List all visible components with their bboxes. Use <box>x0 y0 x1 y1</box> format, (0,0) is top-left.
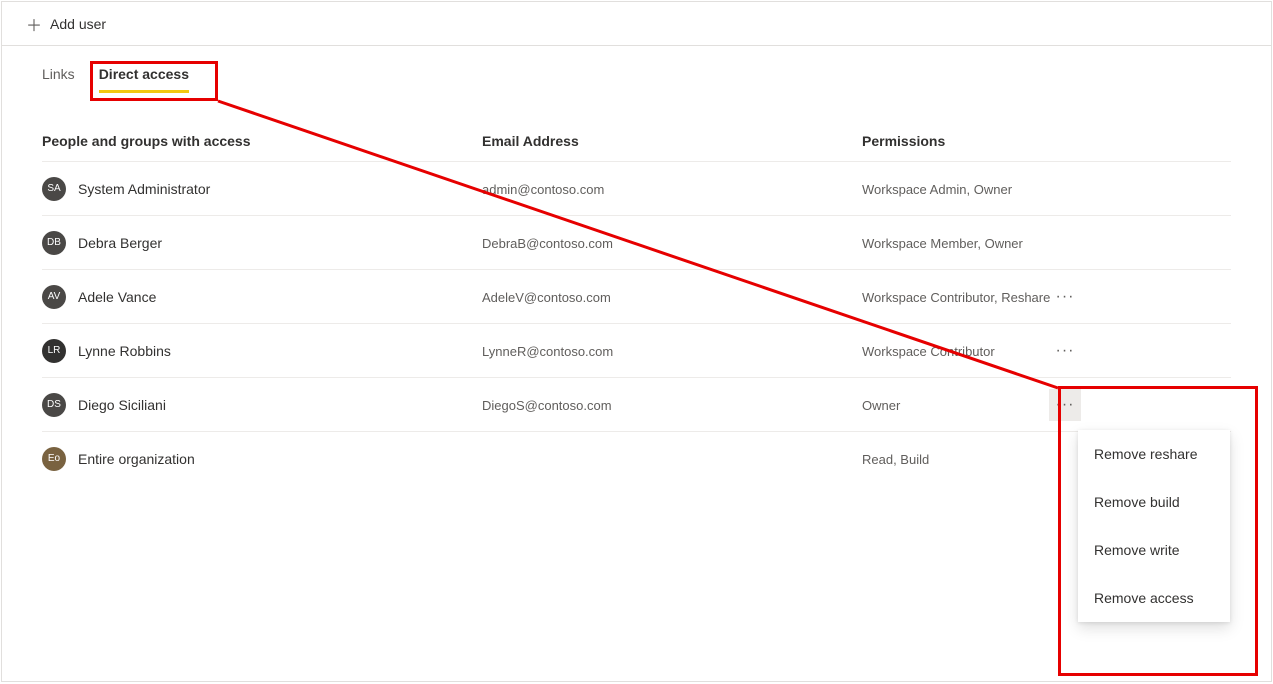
table-headers: People and groups with access Email Addr… <box>2 93 1271 161</box>
avatar: SA <box>42 177 66 201</box>
menu-item-remove-write[interactable]: Remove write <box>1078 526 1230 574</box>
ellipsis-icon: ··· <box>1056 396 1075 414</box>
user-name: System Administrator <box>78 181 210 197</box>
table-row: Eo Entire organization Read, Build <box>42 431 1231 485</box>
table-row: DB Debra Berger DebraB@contoso.com Works… <box>42 215 1231 269</box>
header-email: Email Address <box>482 133 862 149</box>
ellipsis-icon: ··· <box>1056 342 1075 360</box>
user-name: Entire organization <box>78 451 195 467</box>
tab-direct-access[interactable]: Direct access <box>99 66 189 93</box>
more-options-button[interactable]: ··· <box>1049 281 1081 313</box>
tab-links[interactable]: Links <box>42 66 75 93</box>
avatar: AV <box>42 285 66 309</box>
ellipsis-icon: ··· <box>1056 288 1075 306</box>
user-email: admin@contoso.com <box>482 182 604 197</box>
user-email: AdeleV@contoso.com <box>482 290 611 305</box>
header-permissions: Permissions <box>862 133 1231 149</box>
more-options-button[interactable]: ··· <box>1049 389 1081 421</box>
table-row: LR Lynne Robbins LynneR@contoso.com Work… <box>42 323 1231 377</box>
add-user-button[interactable]: ＋ Add user <box>18 6 114 42</box>
user-name: Debra Berger <box>78 235 162 251</box>
user-email: DiegoS@contoso.com <box>482 398 612 413</box>
permissions-panel: ＋ Add user Links Direct access People an… <box>1 1 1272 682</box>
user-permissions: Workspace Member, Owner <box>862 236 1023 251</box>
header-people: People and groups with access <box>42 133 482 149</box>
avatar: DS <box>42 393 66 417</box>
table-row: DS Diego Siciliani DiegoS@contoso.com Ow… <box>42 377 1231 431</box>
menu-item-remove-build[interactable]: Remove build <box>1078 478 1230 526</box>
tabs: Links Direct access <box>2 46 1271 93</box>
user-name: Diego Siciliani <box>78 397 166 413</box>
toolbar: ＋ Add user <box>2 2 1271 46</box>
table-row: SA System Administrator admin@contoso.co… <box>42 161 1231 215</box>
user-permissions: Owner <box>862 398 900 413</box>
user-permissions: Read, Build <box>862 452 929 467</box>
user-permissions: Workspace Admin, Owner <box>862 182 1012 197</box>
table-row: AV Adele Vance AdeleV@contoso.com Worksp… <box>42 269 1231 323</box>
more-options-button[interactable]: ··· <box>1049 335 1081 367</box>
menu-item-remove-access[interactable]: Remove access <box>1078 574 1230 622</box>
user-name: Lynne Robbins <box>78 343 171 359</box>
user-email: LynneR@contoso.com <box>482 344 613 359</box>
plus-icon: ＋ <box>26 12 42 36</box>
user-email: DebraB@contoso.com <box>482 236 613 251</box>
context-menu: Remove reshare Remove build Remove write… <box>1078 430 1230 622</box>
avatar: Eo <box>42 447 66 471</box>
avatar: DB <box>42 231 66 255</box>
menu-item-remove-reshare[interactable]: Remove reshare <box>1078 430 1230 478</box>
user-name: Adele Vance <box>78 289 156 305</box>
avatar: LR <box>42 339 66 363</box>
user-permissions: Workspace Contributor, Reshare <box>862 290 1050 305</box>
user-permissions: Workspace Contributor <box>862 344 995 359</box>
add-user-label: Add user <box>50 16 106 32</box>
